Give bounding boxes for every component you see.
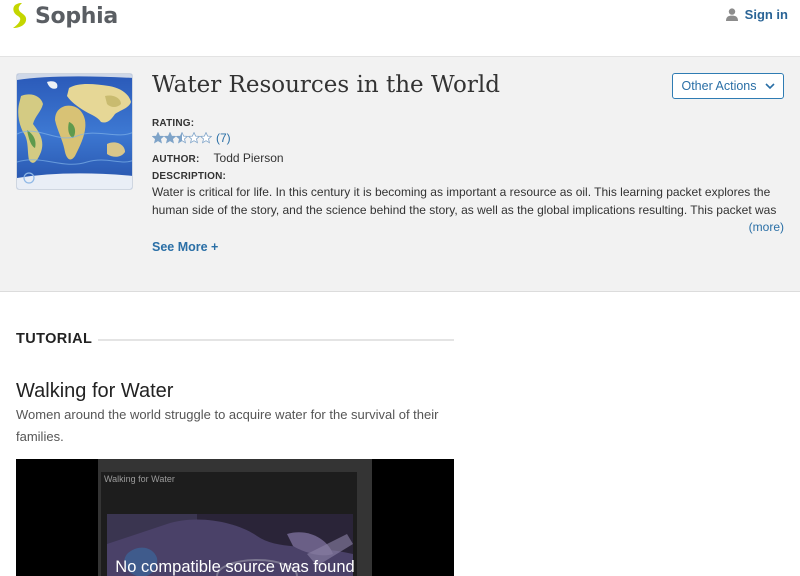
brand-name: Sophia: [35, 3, 118, 29]
author-row: AUTHOR: Todd Pierson: [152, 151, 284, 165]
resource-title: Water Resources in the World: [152, 72, 500, 98]
star-rating[interactable]: [152, 132, 212, 144]
star-full-icon: [164, 132, 176, 144]
tutorial-title: Walking for Water: [16, 380, 174, 402]
user-icon: [725, 8, 738, 21]
sign-in-link[interactable]: Sign in: [725, 7, 788, 22]
description-line: Water is critical for life. In this cent…: [152, 185, 771, 199]
video-player[interactable]: Walking for Water No compatible source w…: [16, 459, 454, 576]
other-actions-label: Other Actions: [681, 79, 757, 93]
sign-in-label: Sign in: [744, 7, 788, 22]
author-label: AUTHOR:: [152, 154, 200, 165]
world-map-image: [17, 74, 132, 189]
description-text: Water is critical for life. In this cent…: [152, 183, 792, 219]
resource-info-panel: Water Resources in the World Other Actio…: [0, 57, 800, 292]
section-divider: [98, 339, 454, 341]
chevron-down-icon: [764, 82, 775, 89]
star-half-icon: [176, 132, 188, 144]
star-empty-icon: [200, 132, 212, 144]
section-heading: TUTORIAL: [16, 331, 93, 347]
rating-row: (7): [152, 131, 231, 145]
author-name: Todd Pierson: [213, 151, 284, 165]
star-full-icon: [152, 132, 164, 144]
see-more-link[interactable]: See More +: [152, 240, 218, 254]
star-empty-icon: [188, 132, 200, 144]
more-link[interactable]: (more): [749, 220, 784, 234]
top-navigation-bar: Sophia Sign in: [0, 0, 800, 57]
other-actions-button[interactable]: Other Actions: [672, 73, 784, 99]
rating-label: RATING:: [152, 118, 195, 129]
resource-thumbnail: [16, 73, 133, 190]
description-line: human side of the story, and the science…: [152, 203, 777, 217]
sophia-logo[interactable]: Sophia: [10, 2, 118, 30]
sophia-logo-icon: [13, 3, 27, 28]
video-error-message: No compatible source was found: [115, 558, 355, 576]
video-caption: Walking for Water: [104, 474, 175, 484]
tutorial-subtitle: Women around the world struggle to acqui…: [16, 407, 439, 444]
description-label: DESCRIPTION:: [152, 171, 227, 182]
rating-count-link[interactable]: (7): [216, 131, 231, 145]
